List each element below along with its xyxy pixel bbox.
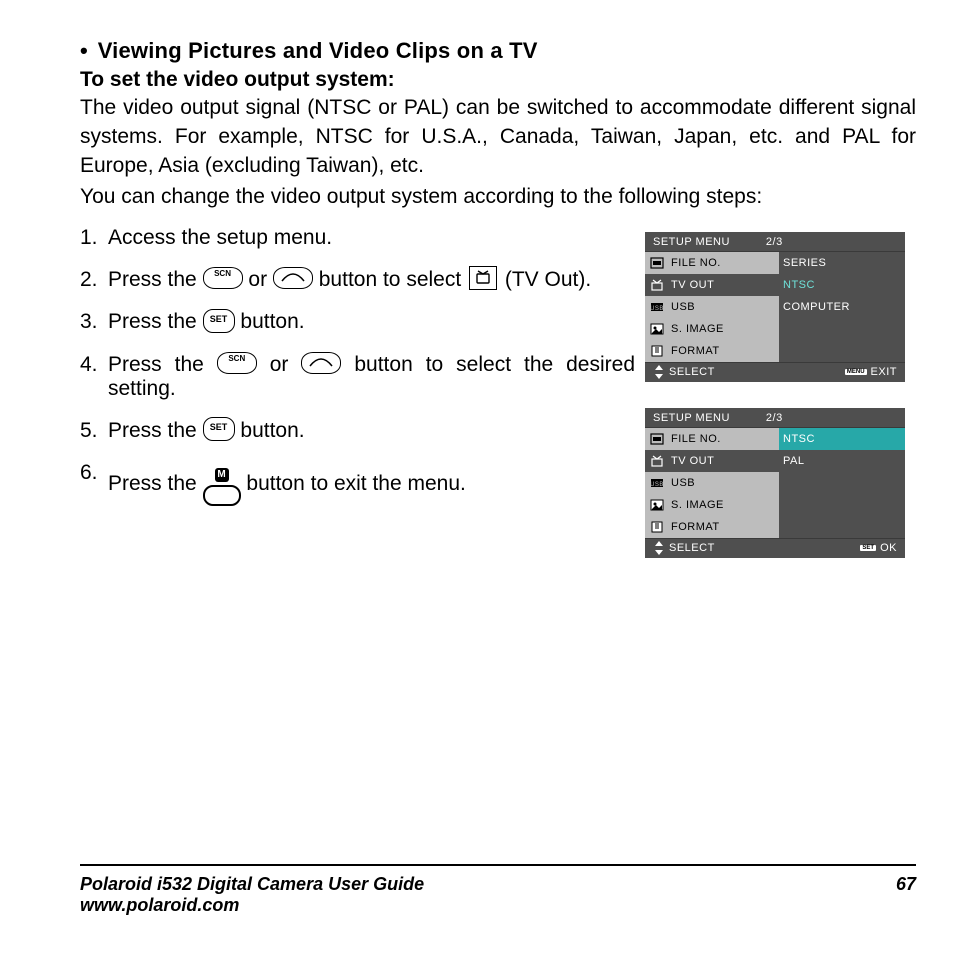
menu-title: SETUP MENU: [653, 412, 730, 424]
timer-button-icon: [301, 352, 341, 374]
file-no-icon: [649, 256, 665, 270]
footer-exit-label: EXIT: [871, 366, 897, 378]
step-4: 4. Press the or button to select the des…: [80, 353, 635, 401]
footer-select-label: SELECT: [669, 366, 715, 378]
s-image-icon: [649, 498, 665, 512]
usb-icon: USB: [649, 300, 665, 314]
tv-out-icon: [469, 266, 497, 290]
menu2-values: NTSC PAL: [779, 428, 905, 538]
format-icon: [649, 520, 665, 534]
menu-row-tv-out: TV OUT: [645, 450, 779, 472]
page-footer: Polaroid i532 Digital Camera User Guide …: [80, 864, 916, 916]
menu-screenshots: SETUP MENU 2/3 FILE NO. TV OUT: [635, 226, 916, 584]
set-chip-icon: SET: [860, 545, 876, 551]
footer-ok-label: OK: [880, 542, 897, 554]
menu-row-file-no: FILE NO.: [645, 252, 779, 274]
menu-row-usb: USB USB: [645, 296, 779, 318]
menu1-value-ntsc: NTSC: [779, 274, 905, 296]
step-3: 3. Press the button.: [80, 310, 635, 334]
scn-button-icon: [217, 352, 257, 374]
heading-text: Viewing Pictures and Video Clips on a TV: [98, 38, 538, 63]
set-button-icon: [203, 309, 235, 333]
menu-button-icon: M: [203, 459, 241, 506]
step-1: 1. Access the setup menu.: [80, 226, 635, 250]
subheading: To set the video output system:: [80, 68, 916, 92]
menu-title: SETUP MENU: [653, 236, 730, 248]
menu-row-format: FORMAT: [645, 516, 779, 538]
usb-icon: USB: [649, 476, 665, 490]
tv-out-icon: [649, 278, 665, 292]
svg-text:USB: USB: [650, 482, 664, 488]
menu2-value-ntsc: NTSC: [779, 428, 905, 450]
setup-menu-screenshot-1: SETUP MENU 2/3 FILE NO. TV OUT: [645, 232, 905, 382]
footer-website: www.polaroid.com: [80, 895, 896, 916]
manual-page: • Viewing Pictures and Video Clips on a T…: [80, 38, 916, 916]
menu2-labels: FILE NO. TV OUT USB USB S. IMAGE: [645, 428, 779, 538]
section-heading: • Viewing Pictures and Video Clips on a T…: [80, 38, 916, 64]
menu2-value-pal: PAL: [779, 450, 905, 472]
step-6: 6. Press the M button to exit the menu.: [80, 461, 635, 508]
steps-list: 1. Access the setup menu. 2. Press the o…: [80, 226, 635, 584]
menu-row-s-image: S. IMAGE: [645, 318, 779, 340]
menu-row-s-image: S. IMAGE: [645, 494, 779, 516]
step-5: 5. Press the button.: [80, 419, 635, 443]
timer-button-icon: [273, 267, 313, 289]
menu-page-indicator: 2/3: [766, 236, 783, 248]
intro-paragraph-2: You can change the video output system a…: [80, 183, 916, 212]
menu-row-file-no: FILE NO.: [645, 428, 779, 450]
menu1-values: SERIES NTSC COMPUTER: [779, 252, 905, 362]
menu-row-tv-out: TV OUT: [645, 274, 779, 296]
page-number: 67: [896, 874, 916, 895]
tv-out-icon: [649, 454, 665, 468]
s-image-icon: [649, 322, 665, 336]
menu-row-format: FORMAT: [645, 340, 779, 362]
menu1-value-series: SERIES: [779, 252, 905, 274]
svg-text:USB: USB: [650, 306, 664, 312]
up-down-arrows-icon: [653, 542, 665, 554]
footer-select-label: SELECT: [669, 542, 715, 554]
format-icon: [649, 344, 665, 358]
menu-page-indicator: 2/3: [766, 412, 783, 424]
intro-paragraph-1: The video output signal (NTSC or PAL) ca…: [80, 94, 916, 181]
menu-row-usb: USB USB: [645, 472, 779, 494]
menu-chip-icon: MENU: [845, 369, 867, 375]
up-down-arrows-icon: [653, 366, 665, 378]
file-no-icon: [649, 432, 665, 446]
menu1-value-computer: COMPUTER: [779, 296, 905, 318]
menu1-labels: FILE NO. TV OUT USB USB S. IMAGE: [645, 252, 779, 362]
heading-bullet: •: [80, 38, 88, 63]
set-button-icon: [203, 417, 235, 441]
step-2: 2. Press the or button to select (TV Out: [80, 268, 635, 292]
setup-menu-screenshot-2: SETUP MENU 2/3 FILE NO. TV OUT: [645, 408, 905, 558]
scn-button-icon: [203, 267, 243, 289]
footer-guide-title: Polaroid i532 Digital Camera User Guide: [80, 874, 896, 895]
